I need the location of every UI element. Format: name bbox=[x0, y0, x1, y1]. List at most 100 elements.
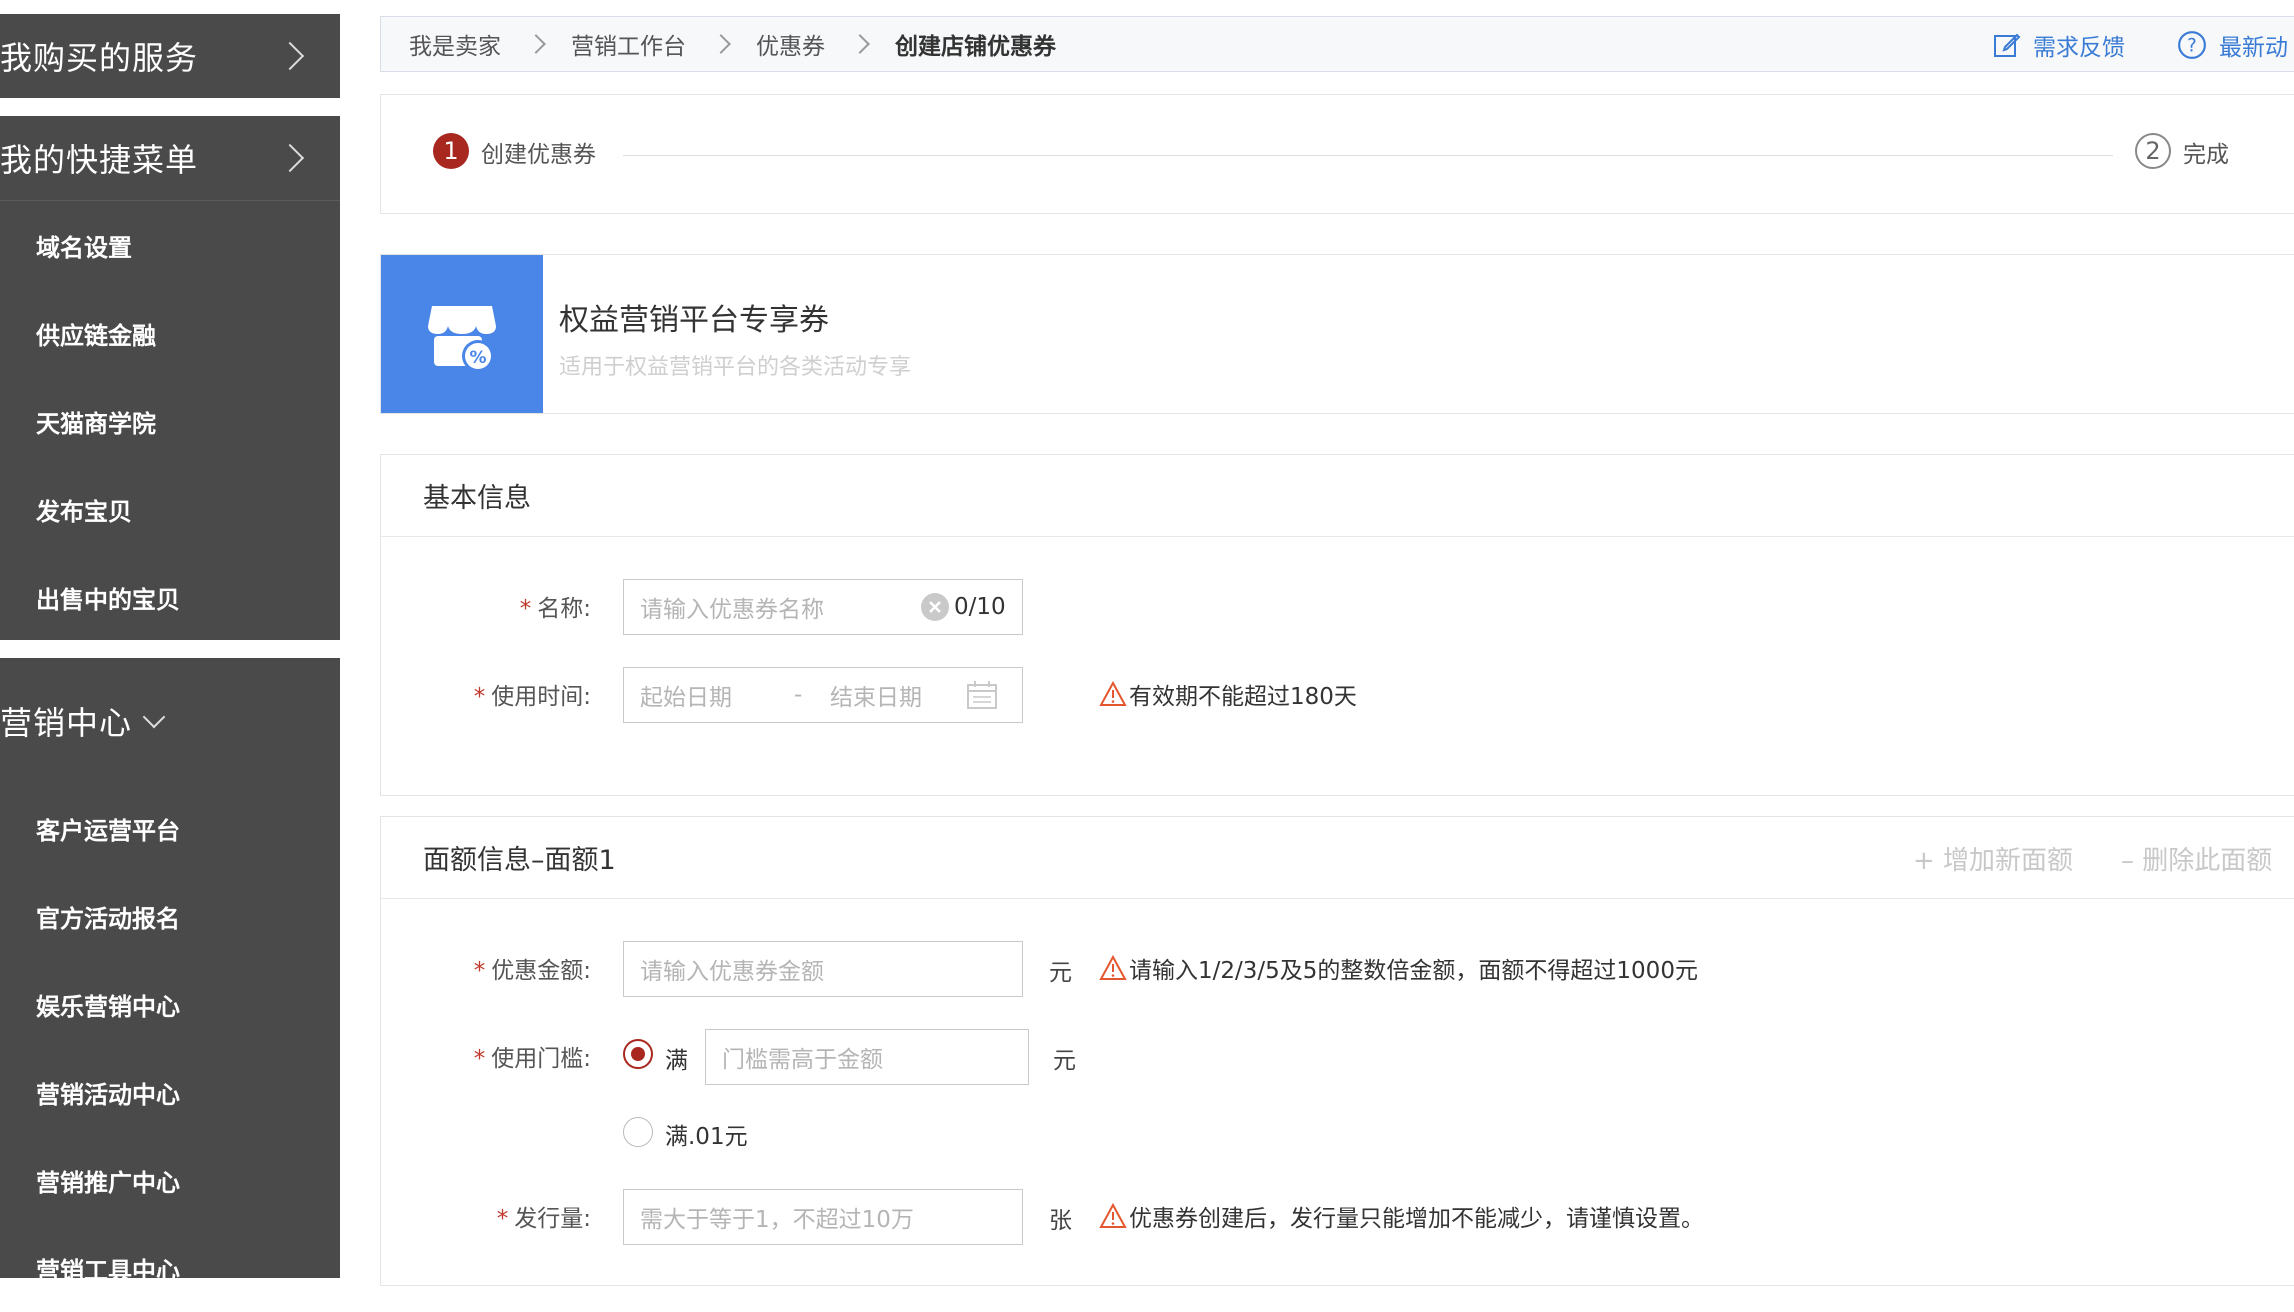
time-warning-text: 有效期不能超过180天 bbox=[1129, 684, 1357, 710]
amount-placeholder: 请输入优惠券金额 bbox=[640, 959, 824, 985]
amount-info-header: 面额信息–面额1 + 增加新面额 – 删除此面额 bbox=[381, 817, 2294, 899]
breadcrumb: 我是卖家 营销工作台 优惠券 创建店铺优惠券 需求反馈 ? 最新动 bbox=[380, 16, 2294, 72]
amount-warning-text: 请输入1/2/3/5及5的整数倍金额，面额不得超过1000元 bbox=[1129, 958, 1698, 984]
feedback-link[interactable]: 需求反馈 bbox=[1993, 17, 2125, 73]
time-warning: 有效期不能超过180天 bbox=[1099, 677, 1357, 711]
sidebar-shortcut-menu: 我的快捷菜单 域名设置 供应链金融 天猫商学院 发布宝贝 出售中的宝贝 bbox=[0, 116, 340, 640]
feedback-label: 需求反馈 bbox=[2033, 35, 2125, 61]
required-asterisk: * bbox=[473, 958, 486, 984]
threshold-label-text: 使用门槛: bbox=[491, 1046, 591, 1072]
chevron-right-icon bbox=[275, 41, 305, 71]
amount-label-text: 优惠金额: bbox=[491, 958, 591, 984]
start-date-placeholder: 起始日期 bbox=[640, 685, 732, 711]
required-asterisk: * bbox=[519, 596, 532, 622]
issue-placeholder: 需大于等于1，不超过10万 bbox=[640, 1207, 914, 1233]
issue-label-text: 发行量: bbox=[514, 1206, 591, 1232]
sidebar-item-official-events[interactable]: 官方活动报名 bbox=[0, 872, 340, 960]
breadcrumb-current: 创建店铺优惠券 bbox=[895, 34, 1056, 60]
edit-icon bbox=[1994, 33, 2021, 57]
banner-description: 适用于权益营销平台的各类活动专享 bbox=[559, 355, 912, 380]
amount-warning: 请输入1/2/3/5及5的整数倍金额，面额不得超过1000元 bbox=[1099, 951, 1698, 985]
issue-warning: 优惠券创建后，发行量只能增加不能减少，请谨慎设置。 bbox=[1099, 1199, 1704, 1233]
add-denomination-button[interactable]: + 增加新面额 bbox=[1913, 817, 2073, 899]
amount-input[interactable]: 请输入优惠券金额 bbox=[623, 941, 1023, 997]
latest-label: 最新动 bbox=[2219, 35, 2288, 61]
issue-unit: 张 bbox=[1049, 1208, 1072, 1234]
amount-info-title: 面额信息–面额1 bbox=[423, 845, 616, 876]
svg-text:?: ? bbox=[2187, 35, 2197, 56]
chevron-right-icon bbox=[711, 34, 731, 54]
name-input[interactable]: 请输入优惠券名称 0/10 bbox=[623, 579, 1023, 635]
chevron-right-icon bbox=[850, 34, 870, 54]
sidebar-item-publish-item[interactable]: 发布宝贝 bbox=[0, 465, 340, 553]
issue-warning-text: 优惠券创建后，发行量只能增加不能减少，请谨慎设置。 bbox=[1129, 1206, 1704, 1232]
banner-title: 权益营销平台专享券 bbox=[559, 303, 829, 338]
calendar-icon bbox=[967, 681, 997, 709]
sidebar-item-tmall-academy[interactable]: 天猫商学院 bbox=[0, 377, 340, 465]
breadcrumb-seller[interactable]: 我是卖家 bbox=[409, 27, 501, 61]
store-discount-icon: % bbox=[428, 306, 496, 372]
sidebar-item-entertainment-marketing[interactable]: 娱乐营销中心 bbox=[0, 960, 340, 1048]
threshold-input[interactable]: 门槛需高于金额 bbox=[705, 1029, 1029, 1085]
sidebar-item-marketing-promotion[interactable]: 营销推广中心 bbox=[0, 1136, 340, 1224]
sidebar-item-customer-ops[interactable]: 客户运营平台 bbox=[0, 784, 340, 872]
sidebar-item-items-on-sale[interactable]: 出售中的宝贝 bbox=[0, 553, 340, 641]
threshold-option2-label: 满.01元 bbox=[665, 1124, 748, 1150]
sidebar-item-marketing-events[interactable]: 营销活动中心 bbox=[0, 1048, 340, 1136]
time-label-text: 使用时间: bbox=[491, 684, 591, 710]
sidebar-item-domain-settings[interactable]: 域名设置 bbox=[0, 201, 340, 289]
latest-link[interactable]: ? 最新动 bbox=[2177, 17, 2288, 73]
end-date-placeholder: 结束日期 bbox=[830, 685, 922, 711]
threshold-label: * 使用门槛: bbox=[381, 1039, 591, 1073]
required-asterisk: * bbox=[473, 1046, 486, 1072]
threshold-radio-cent[interactable] bbox=[623, 1117, 653, 1147]
breadcrumb-coupons[interactable]: 优惠券 bbox=[756, 27, 825, 61]
banner-icon-box: % bbox=[381, 255, 543, 413]
delete-denomination-button[interactable]: – 删除此面额 bbox=[2121, 817, 2272, 899]
chevron-right-icon bbox=[275, 143, 305, 173]
basic-info-panel: 基本信息 * 名称: 请输入优惠券名称 0/10 * 使用时间: 起始日期 - 结束… bbox=[380, 454, 2294, 796]
sidebar-shortcut-label: 我的快捷菜单 bbox=[0, 141, 199, 179]
step2-number: 2 bbox=[2135, 133, 2171, 169]
step-connector bbox=[623, 155, 2113, 156]
issue-quantity-input[interactable]: 需大于等于1，不超过10万 bbox=[623, 1189, 1023, 1245]
chevron-down-icon bbox=[142, 705, 166, 729]
date-separator: - bbox=[794, 682, 803, 708]
progress-steps: 1 创建优惠券 2 完成 bbox=[380, 94, 2294, 214]
warning-icon bbox=[1099, 681, 1127, 706]
sidebar-marketing-label: 营销中心 bbox=[0, 704, 133, 742]
basic-info-title: 基本信息 bbox=[381, 455, 2294, 537]
date-range-picker[interactable]: 起始日期 - 结束日期 bbox=[623, 667, 1023, 723]
name-char-count: 0/10 bbox=[954, 594, 1006, 620]
amount-unit: 元 bbox=[1049, 960, 1072, 986]
step1-label: 创建优惠券 bbox=[481, 142, 596, 168]
step1-number: 1 bbox=[433, 133, 469, 169]
threshold-option1-label: 满 bbox=[665, 1048, 688, 1074]
required-asterisk: * bbox=[473, 684, 486, 710]
threshold-unit: 元 bbox=[1053, 1048, 1076, 1074]
warning-icon bbox=[1099, 955, 1127, 980]
sidebar-marketing-header[interactable]: 营销中心 bbox=[0, 658, 340, 784]
name-label-text: 名称: bbox=[537, 596, 591, 622]
sidebar-item-marketing-tools[interactable]: 营销工具中心 bbox=[0, 1224, 340, 1312]
amount-info-panel: 面额信息–面额1 + 增加新面额 – 删除此面额 * 优惠金额: 请输入优惠券金额… bbox=[380, 816, 2294, 1286]
sidebar-shortcut-header[interactable]: 我的快捷菜单 bbox=[0, 116, 340, 200]
svg-text:%: % bbox=[469, 348, 486, 368]
name-label: * 名称: bbox=[381, 589, 591, 623]
name-placeholder: 请输入优惠券名称 bbox=[640, 597, 824, 623]
amount-label: * 优惠金额: bbox=[381, 951, 591, 985]
clear-icon[interactable] bbox=[920, 592, 950, 622]
sidebar-purchased-services-label: 我购买的服务 bbox=[0, 39, 199, 77]
sidebar-marketing-center: 营销中心 客户运营平台 官方活动报名 娱乐营销中心 营销活动中心 营销推广中心 … bbox=[0, 658, 340, 1285]
warning-icon bbox=[1099, 1203, 1127, 1228]
threshold-placeholder: 门槛需高于金额 bbox=[722, 1047, 883, 1073]
sidebar-purchased-services[interactable]: 我购买的服务 bbox=[0, 14, 340, 98]
help-icon: ? bbox=[2178, 31, 2206, 59]
chevron-right-icon bbox=[526, 34, 546, 54]
breadcrumb-marketing-workbench[interactable]: 营销工作台 bbox=[571, 27, 686, 61]
step2-label: 完成 bbox=[2183, 142, 2229, 168]
coupon-type-banner: % 权益营销平台专享券 适用于权益营销平台的各类活动专享 bbox=[380, 254, 2294, 414]
threshold-radio-min-amount[interactable] bbox=[623, 1039, 653, 1069]
time-label: * 使用时间: bbox=[381, 677, 591, 711]
sidebar-item-supply-chain-finance[interactable]: 供应链金融 bbox=[0, 289, 340, 377]
